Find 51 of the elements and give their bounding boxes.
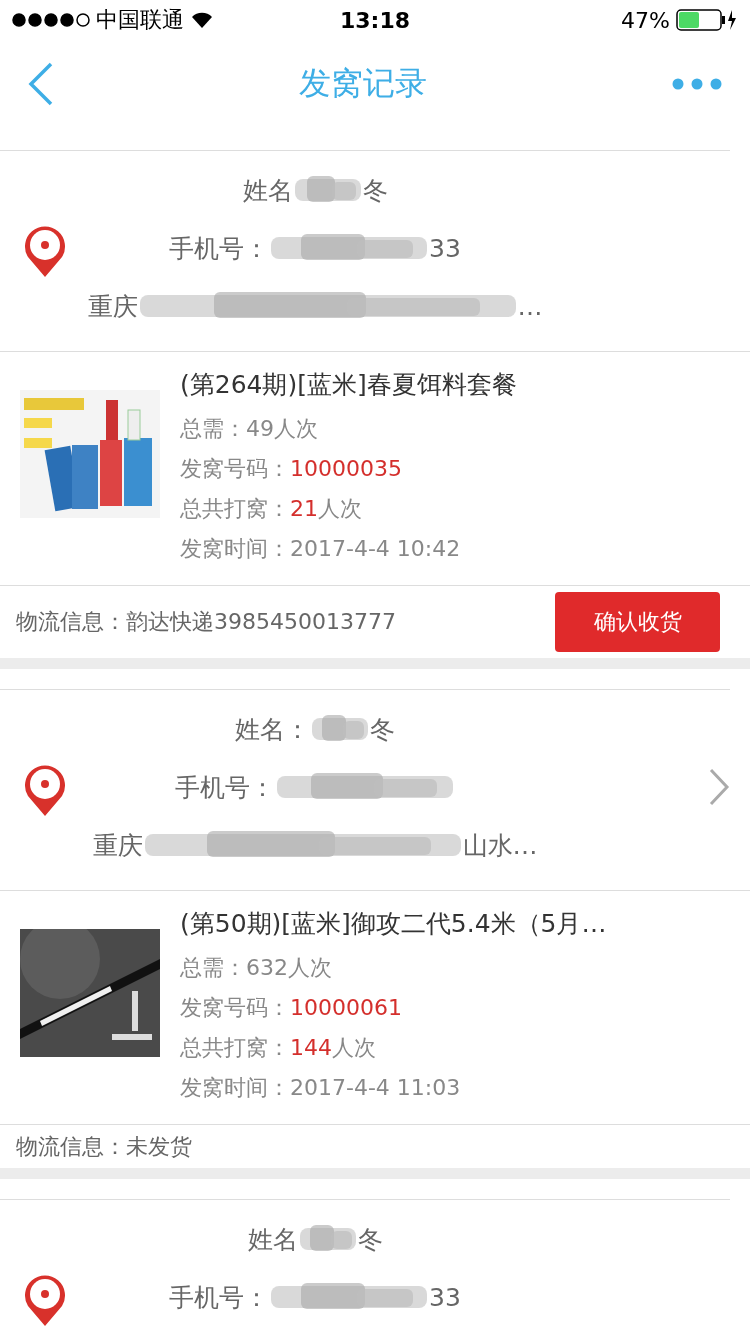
detail-label: 发窝时间： <box>180 1075 290 1100</box>
address-text: 重庆 <box>92 829 143 862</box>
phone-label: 手机号： <box>169 232 270 265</box>
address-text: 山水… <box>462 829 538 862</box>
phone-label: 手机号： <box>169 1281 270 1314</box>
detail-value: 2017-4-4 11:03 <box>290 1075 461 1100</box>
name-text: 冬 <box>357 1223 383 1256</box>
carrier-name: 中国联通 <box>96 6 184 34</box>
detail-value: 10000061 <box>290 995 402 1020</box>
detail-label: 总需： <box>180 955 246 980</box>
logistics-info: 物流信息：韵达快递3985450013777 <box>16 608 396 636</box>
status-time: 13:18 <box>340 7 410 33</box>
name-text: 冬 <box>362 174 388 207</box>
logistics-info: 物流信息：未发货 <box>16 1132 192 1161</box>
detail-value: 49人次 <box>246 416 318 441</box>
detail-label: 发窝号码： <box>180 456 290 481</box>
address-text: … <box>517 291 543 321</box>
detail-label: 发窝号码： <box>180 995 290 1020</box>
detail-value: 632人次 <box>246 955 332 980</box>
name-text: 冬 <box>370 713 395 746</box>
detail-label: 发窝时间： <box>180 536 290 561</box>
detail-value: 21 <box>290 496 318 521</box>
detail-label: 总共打窝： <box>180 496 290 521</box>
product-title: (第264期)[蓝米]春夏饵料套餐 <box>180 369 517 401</box>
detail-value: 144 <box>290 1035 332 1060</box>
signal-icon <box>12 13 90 27</box>
phone-text: 33 <box>429 1282 461 1312</box>
product-title: (第50期)[蓝米]御攻二代5.4米（5月… <box>180 908 607 940</box>
name-label: 姓名 <box>247 1223 298 1256</box>
name-label: 姓名： <box>235 713 310 746</box>
battery-percentage: 47% <box>621 7 670 33</box>
detail-label: 总需： <box>180 416 246 441</box>
wifi-icon <box>190 11 214 29</box>
back-icon[interactable] <box>28 62 54 106</box>
confirm-receipt-button[interactable]: 确认收货 <box>555 592 720 652</box>
location-pin-icon <box>22 762 68 818</box>
detail-value: 2017-4-4 10:42 <box>290 536 461 561</box>
name-label: 姓名 <box>242 174 293 207</box>
page-title: 发窝记录 <box>299 63 427 104</box>
detail-unit: 人次 <box>318 496 362 521</box>
chevron-right-icon[interactable] <box>708 768 730 806</box>
address-text: 重庆 <box>87 290 138 323</box>
phone-text: 33 <box>429 233 461 263</box>
detail-label: 总共打窝： <box>180 1035 290 1060</box>
more-icon[interactable] <box>672 78 722 90</box>
location-pin-icon <box>22 223 68 279</box>
phone-label: 手机号： <box>175 771 275 804</box>
detail-value: 10000035 <box>290 456 402 481</box>
battery-charging-icon <box>676 9 738 31</box>
location-pin-icon <box>22 1272 68 1328</box>
detail-unit: 人次 <box>332 1035 376 1060</box>
